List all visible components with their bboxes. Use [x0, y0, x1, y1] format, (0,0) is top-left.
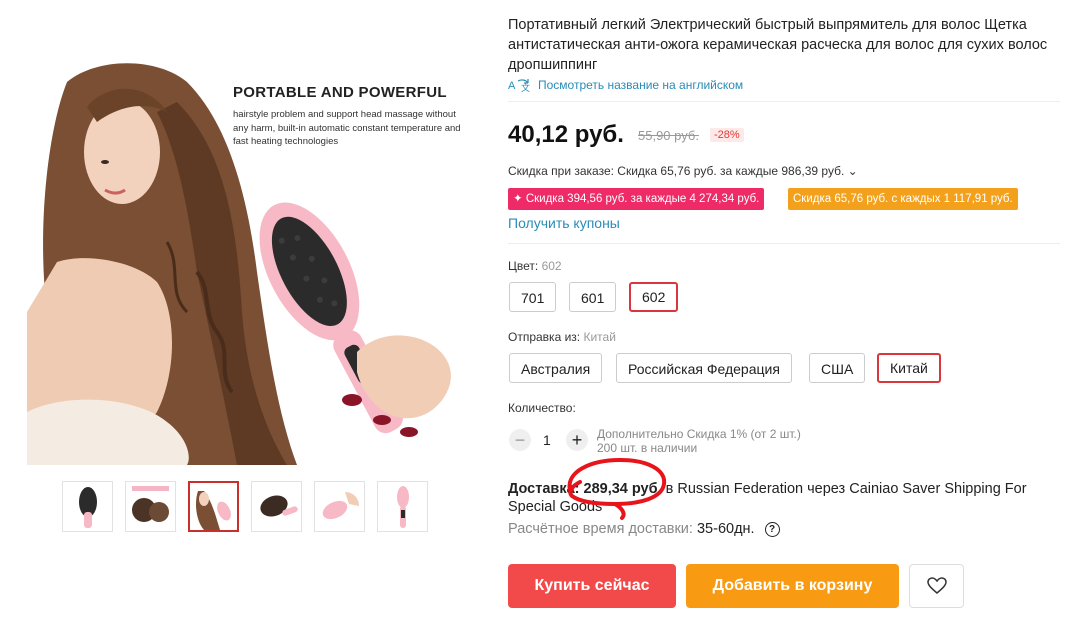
old-price: 55,90 руб.	[638, 128, 699, 143]
features-icon	[132, 486, 169, 522]
product-photo	[27, 63, 451, 465]
divider	[508, 243, 1060, 244]
ship-from-selected-value: Китай	[583, 330, 616, 344]
heart-icon	[926, 577, 947, 594]
color-option-602[interactable]: 602	[629, 282, 679, 312]
divider	[508, 101, 1060, 102]
ship-from-label-text: Отправка из:	[508, 330, 581, 344]
svg-text:A: A	[508, 80, 516, 92]
add-to-cart-button[interactable]: Добавить в корзину	[686, 564, 899, 608]
product-title: Портативный легкий Электрический быстрый…	[508, 17, 1048, 73]
thumbnail-strip	[62, 481, 428, 532]
thumbnail-1[interactable]	[62, 481, 113, 532]
eta-label: Расчётное время доставки:	[508, 521, 693, 537]
quantity-value[interactable]: 1	[543, 432, 551, 448]
thumbnail-5[interactable]	[314, 481, 365, 532]
discount-badge-orange: Скидка 65,76 руб. с каждых 1 117,91 руб.	[788, 188, 1018, 210]
translate-icon: A 文	[508, 79, 530, 93]
eta-value: 35-60	[696, 521, 735, 537]
get-coupons-link[interactable]: Получить купоны	[508, 215, 620, 231]
color-selected-value: 602	[541, 259, 562, 273]
help-icon[interactable]: ?	[764, 522, 780, 537]
ship-from-label: Отправка из: Китай	[508, 330, 616, 344]
thumbnail-3[interactable]	[188, 481, 239, 532]
color-label: Цвет: 602	[508, 259, 562, 273]
brush-closeup-icon	[260, 495, 298, 517]
bulk-discount-note: Дополнительно Скидка 1% (от 2 шт.)	[597, 427, 801, 441]
ship-from-australia[interactable]: Австралия	[509, 353, 603, 383]
brush-side-icon	[397, 486, 409, 528]
delivery-label: Доставка:	[508, 481, 580, 497]
main-product-image[interactable]	[27, 12, 477, 465]
delivery-info: Доставка: 289,34 руб. в Russian Federati…	[508, 480, 1048, 516]
quantity-label: Количество:	[508, 401, 576, 415]
svg-text:文: 文	[521, 82, 530, 93]
color-option-601[interactable]: 601	[569, 282, 617, 312]
ship-from-china[interactable]: Китай	[877, 353, 941, 383]
promo-text: hairstyle problem and support head massa…	[233, 109, 461, 147]
order-discount-dropdown[interactable]: Скидка при заказе: Скидка 65,76 руб. за …	[508, 164, 858, 178]
color-label-text: Цвет:	[508, 259, 539, 273]
brush-icon	[79, 487, 97, 528]
promo-title: PORTABLE AND POWERFUL	[233, 84, 447, 101]
quantity-note: Дополнительно Скидка 1% (от 2 шт.) 200 ш…	[597, 427, 801, 455]
thumbnail-6[interactable]	[377, 481, 428, 532]
quantity-increase-button[interactable]: +	[566, 429, 588, 451]
thumbnail-4[interactable]	[251, 481, 302, 532]
discount-badge: -28%	[710, 128, 744, 142]
wishlist-button[interactable]	[909, 564, 964, 608]
quantity-decrease-button[interactable]: −	[509, 429, 531, 451]
model-icon	[196, 491, 231, 530]
translate-title-link[interactable]: A 文 Посмотреть название на английском	[508, 77, 743, 93]
delivery-price: 289,34 руб.	[583, 481, 662, 497]
buy-now-button[interactable]: Купить сейчас	[508, 564, 676, 608]
eta-unit: дн.	[734, 521, 755, 537]
discount-badge-pink: ✦ Скидка 394,56 руб. за каждые 4 274,34 …	[508, 188, 765, 210]
translate-link-text[interactable]: Посмотреть название на английском	[538, 78, 743, 92]
current-price: 40,12 руб.	[508, 121, 624, 148]
stock-note: 200 шт. в наличии	[597, 441, 698, 455]
ship-from-russia[interactable]: Российская Федерация	[616, 353, 792, 383]
hand-brush-icon	[322, 492, 359, 520]
ship-from-usa[interactable]: США	[809, 353, 866, 383]
color-option-701[interactable]: 701	[509, 282, 557, 312]
delivery-eta: Расчётное время доставки: 35-60дн. ?	[508, 521, 780, 537]
thumbnail-2[interactable]	[125, 481, 176, 532]
